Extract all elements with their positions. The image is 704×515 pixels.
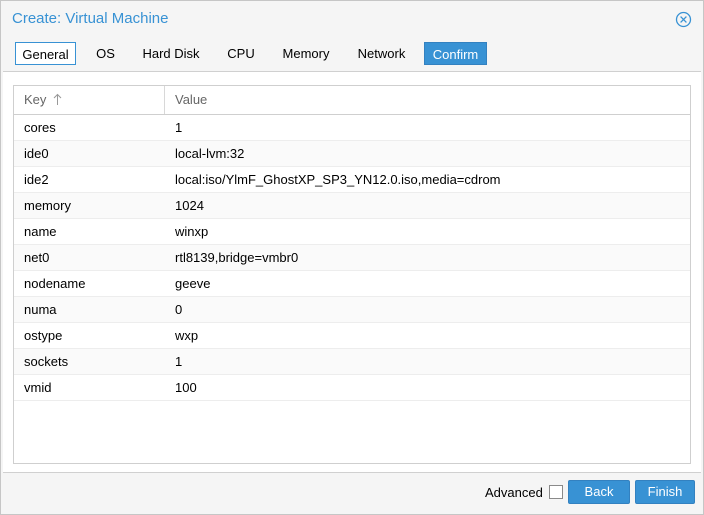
grid-rows: cores 1 ide0 local-lvm:32 ide2 local:iso/YlmF… <box>14 115 690 401</box>
advanced-checkbox[interactable] <box>549 485 563 499</box>
tab-memory[interactable]: Memory <box>275 42 337 65</box>
table-row[interactable]: ostype wxp <box>14 323 690 349</box>
summary-grid: Key Value cores 1 ide0 local-lvm:32 ide2 loca… <box>13 85 691 464</box>
row-value: 1024 <box>175 198 204 213</box>
table-row[interactable]: vmid 100 <box>14 375 690 401</box>
row-value: local:iso/YlmF_GhostXP_SP3_YN12.0.iso,me… <box>175 172 501 187</box>
row-key: memory <box>24 198 71 213</box>
dialog-footer: Advanced Back Finish <box>1 475 703 513</box>
tab-hard-disk[interactable]: Hard Disk <box>135 42 207 65</box>
dialog-title: Create: Virtual Machine <box>12 10 169 27</box>
table-row[interactable]: nodename geeve <box>14 271 690 297</box>
confirm-panel: Key Value cores 1 ide0 local-lvm:32 ide2 loca… <box>3 71 701 473</box>
advanced-label: Advanced <box>485 485 543 500</box>
row-key: sockets <box>24 354 69 369</box>
column-header-value[interactable]: Value <box>165 86 690 114</box>
close-icon[interactable] <box>675 11 692 28</box>
row-value: 0 <box>175 302 183 317</box>
tab-cpu[interactable]: CPU <box>220 42 262 65</box>
row-value: 1 <box>175 354 183 369</box>
row-value: 100 <box>175 380 197 395</box>
row-key: name <box>24 224 57 239</box>
column-header-key-label: Key <box>24 92 47 107</box>
row-value: geeve <box>175 276 211 291</box>
create-vm-dialog: Create: Virtual Machine General OS Hard … <box>0 0 704 515</box>
row-key: nodename <box>24 276 86 291</box>
table-row[interactable]: sockets 1 <box>14 349 690 375</box>
row-key: ide2 <box>24 172 49 187</box>
row-value: winxp <box>175 224 209 239</box>
column-header-value-label: Value <box>175 92 208 107</box>
tab-general[interactable]: General <box>15 42 76 65</box>
wizard-tabbar: General OS Hard Disk CPU Memory Network … <box>1 41 703 69</box>
column-header-key[interactable]: Key <box>14 86 165 114</box>
tab-os[interactable]: OS <box>89 42 122 65</box>
dialog-titlebar: Create: Virtual Machine <box>1 1 703 37</box>
row-key: vmid <box>24 380 52 395</box>
row-value: local-lvm:32 <box>175 146 245 161</box>
table-row[interactable]: memory 1024 <box>14 193 690 219</box>
table-row[interactable]: net0 rtl8139,bridge=vmbr0 <box>14 245 690 271</box>
table-row[interactable]: ide2 local:iso/YlmF_GhostXP_SP3_YN12.0.is… <box>14 167 690 193</box>
arrow-up-icon <box>53 88 62 116</box>
row-value: 1 <box>175 120 183 135</box>
row-key: cores <box>24 120 56 135</box>
tab-network[interactable]: Network <box>350 42 413 65</box>
row-key: net0 <box>24 250 50 265</box>
row-key: ostype <box>24 328 63 343</box>
table-row[interactable]: name winxp <box>14 219 690 245</box>
tab-confirm[interactable]: Confirm <box>424 42 487 65</box>
table-row[interactable]: numa 0 <box>14 297 690 323</box>
table-row[interactable]: cores 1 <box>14 115 690 141</box>
row-key: numa <box>24 302 57 317</box>
row-key: ide0 <box>24 146 49 161</box>
row-value: rtl8139,bridge=vmbr0 <box>175 250 299 265</box>
row-value: wxp <box>175 328 199 343</box>
table-row[interactable]: ide0 local-lvm:32 <box>14 141 690 167</box>
grid-header: Key Value <box>14 86 690 115</box>
back-button[interactable]: Back <box>568 480 630 504</box>
finish-button[interactable]: Finish <box>635 480 695 504</box>
